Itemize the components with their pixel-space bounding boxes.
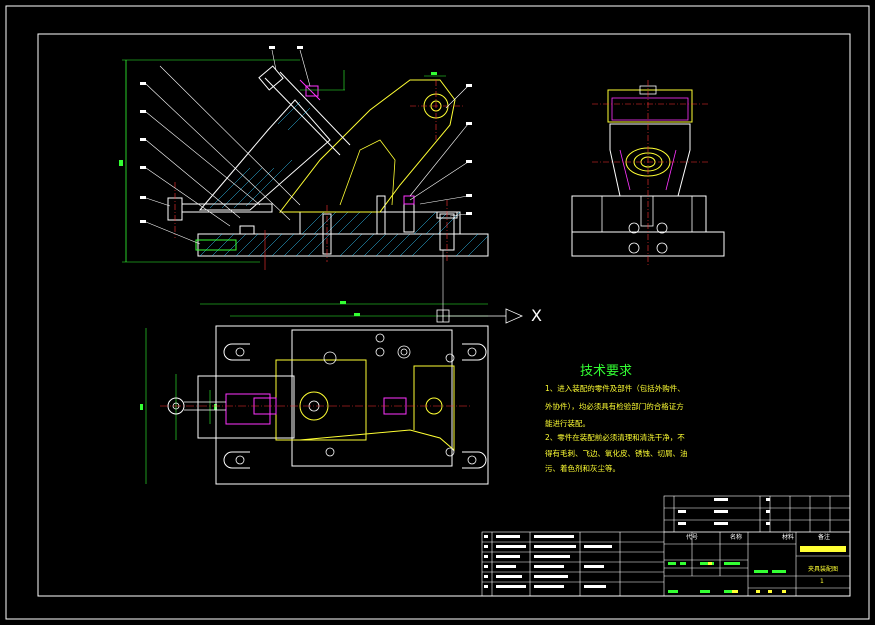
technical-requirement-line: 得有毛刺、飞边、氧化皮、锈蚀、切屑、油 [545,449,688,458]
technical-requirement-line: 外协件），均必须具有检验部门的合格证方 [545,402,684,411]
projection-axis-label: X [531,306,542,325]
side-view [571,80,725,266]
technical-requirement-line: 能进行装配。 [545,419,590,428]
title-block-header-material: 材料 [782,534,795,541]
technical-requirement-line: 1、进入装配的零件及部件（包括外购件、 [545,384,685,393]
technical-requirements-title: 技术要求 [580,364,633,379]
drawing-name: 夹具装配图 [808,566,839,573]
technical-requirement-line: 污、着色剂和灰尘等。 [545,464,620,473]
title-block-header-name: 名称 [730,534,743,541]
title-block [481,495,851,597]
technical-requirement-line: 2、零件在装配前必须清理和清洗干净，不 [545,433,685,442]
title-block-header-remark: 备注 [818,534,831,541]
top-view [140,250,523,485]
inner-frame [37,33,851,597]
front-view [119,46,489,270]
title-block-header-code: 代号 [686,534,699,541]
outer-frame [5,5,870,620]
cad-drawing [5,5,870,620]
sheet-number: 1 [820,578,824,585]
